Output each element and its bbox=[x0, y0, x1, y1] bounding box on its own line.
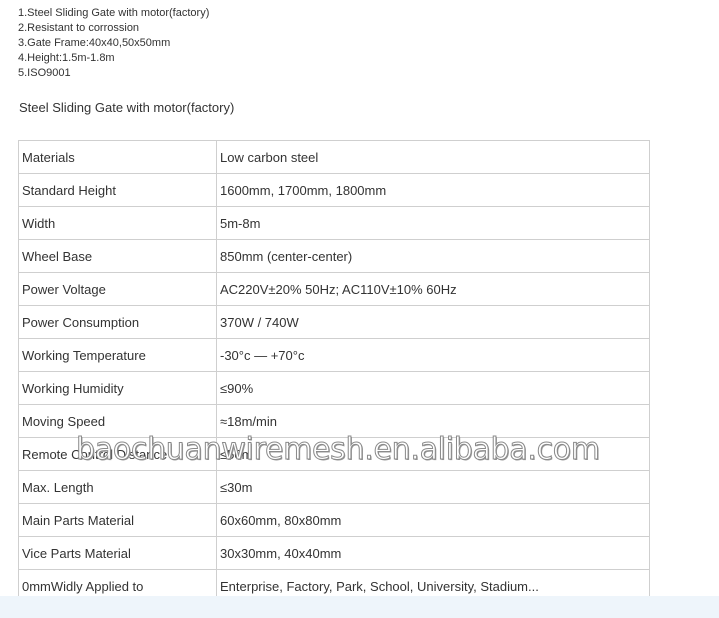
table-row: Materials Low carbon steel bbox=[18, 140, 650, 174]
table-row: Standard Height 1600mm, 1700mm, 1800mm bbox=[18, 173, 650, 207]
spec-label: Max. Length bbox=[18, 470, 217, 504]
spec-table: Materials Low carbon steel Standard Heig… bbox=[18, 140, 650, 603]
table-row: Power Consumption 370W / 740W bbox=[18, 305, 650, 339]
spec-value: 850mm (center-center) bbox=[216, 239, 650, 273]
feature-item: 3.Gate Frame:40x40,50x50mm bbox=[18, 37, 171, 49]
feature-list: 1.Steel Sliding Gate with motor(factory)… bbox=[18, 6, 209, 81]
page-footer-band bbox=[0, 596, 719, 618]
table-row: Max. Length ≤30m bbox=[18, 470, 650, 504]
spec-value: 370W / 740W bbox=[216, 305, 650, 339]
spec-label: Main Parts Material bbox=[18, 503, 217, 537]
table-row: Working Humidity ≤90% bbox=[18, 371, 650, 405]
table-row: Vice Parts Material 30x30mm, 40x40mm bbox=[18, 536, 650, 570]
spec-label: Standard Height bbox=[18, 173, 217, 207]
spec-label: Power Voltage bbox=[18, 272, 217, 306]
feature-item: 5.ISO9001 bbox=[18, 67, 71, 79]
spec-value: ≤50m bbox=[216, 437, 650, 471]
spec-value: 5m-8m bbox=[216, 206, 650, 240]
table-row: Wheel Base 850mm (center-center) bbox=[18, 239, 650, 273]
feature-item: 2.Resistant to corrossion bbox=[18, 22, 140, 34]
table-row: Power Voltage AC220V±20% 50Hz; AC110V±10… bbox=[18, 272, 650, 306]
table-row: Working Temperature -30°c — +70°c bbox=[18, 338, 650, 372]
spec-label: Vice Parts Material bbox=[18, 536, 217, 570]
spec-label: Materials bbox=[18, 140, 217, 174]
spec-value: ≤90% bbox=[216, 371, 650, 405]
spec-value: 30x30mm, 40x40mm bbox=[216, 536, 650, 570]
spec-label: Width bbox=[18, 206, 217, 240]
table-row: Main Parts Material 60x60mm, 80x80mm bbox=[18, 503, 650, 537]
table-row: Remote Control Distance ≤50m bbox=[18, 437, 650, 471]
spec-value: ≈18m/min bbox=[216, 404, 650, 438]
spec-value: 60x60mm, 80x80mm bbox=[216, 503, 650, 537]
spec-label: Remote Control Distance bbox=[18, 437, 217, 471]
feature-item: 4.Height:1.5m-1.8m bbox=[18, 52, 115, 64]
spec-value: 1600mm, 1700mm, 1800mm bbox=[216, 173, 650, 207]
spec-value: ≤30m bbox=[216, 470, 650, 504]
product-heading: Steel Sliding Gate with motor(factory) bbox=[19, 100, 235, 115]
spec-label: Working Temperature bbox=[18, 338, 217, 372]
spec-label: Wheel Base bbox=[18, 239, 217, 273]
feature-item: 1.Steel Sliding Gate with motor(factory) bbox=[18, 7, 210, 19]
table-row: Width 5m-8m bbox=[18, 206, 650, 240]
spec-label: Moving Speed bbox=[18, 404, 217, 438]
spec-value: Low carbon steel bbox=[216, 140, 650, 174]
spec-label: Working Humidity bbox=[18, 371, 217, 405]
product-description: 1.Steel Sliding Gate with motor(factory)… bbox=[0, 0, 719, 618]
spec-value: AC220V±20% 50Hz; AC110V±10% 60Hz bbox=[216, 272, 650, 306]
spec-value: -30°c — +70°c bbox=[216, 338, 650, 372]
table-row: Moving Speed ≈18m/min bbox=[18, 404, 650, 438]
spec-label: Power Consumption bbox=[18, 305, 217, 339]
